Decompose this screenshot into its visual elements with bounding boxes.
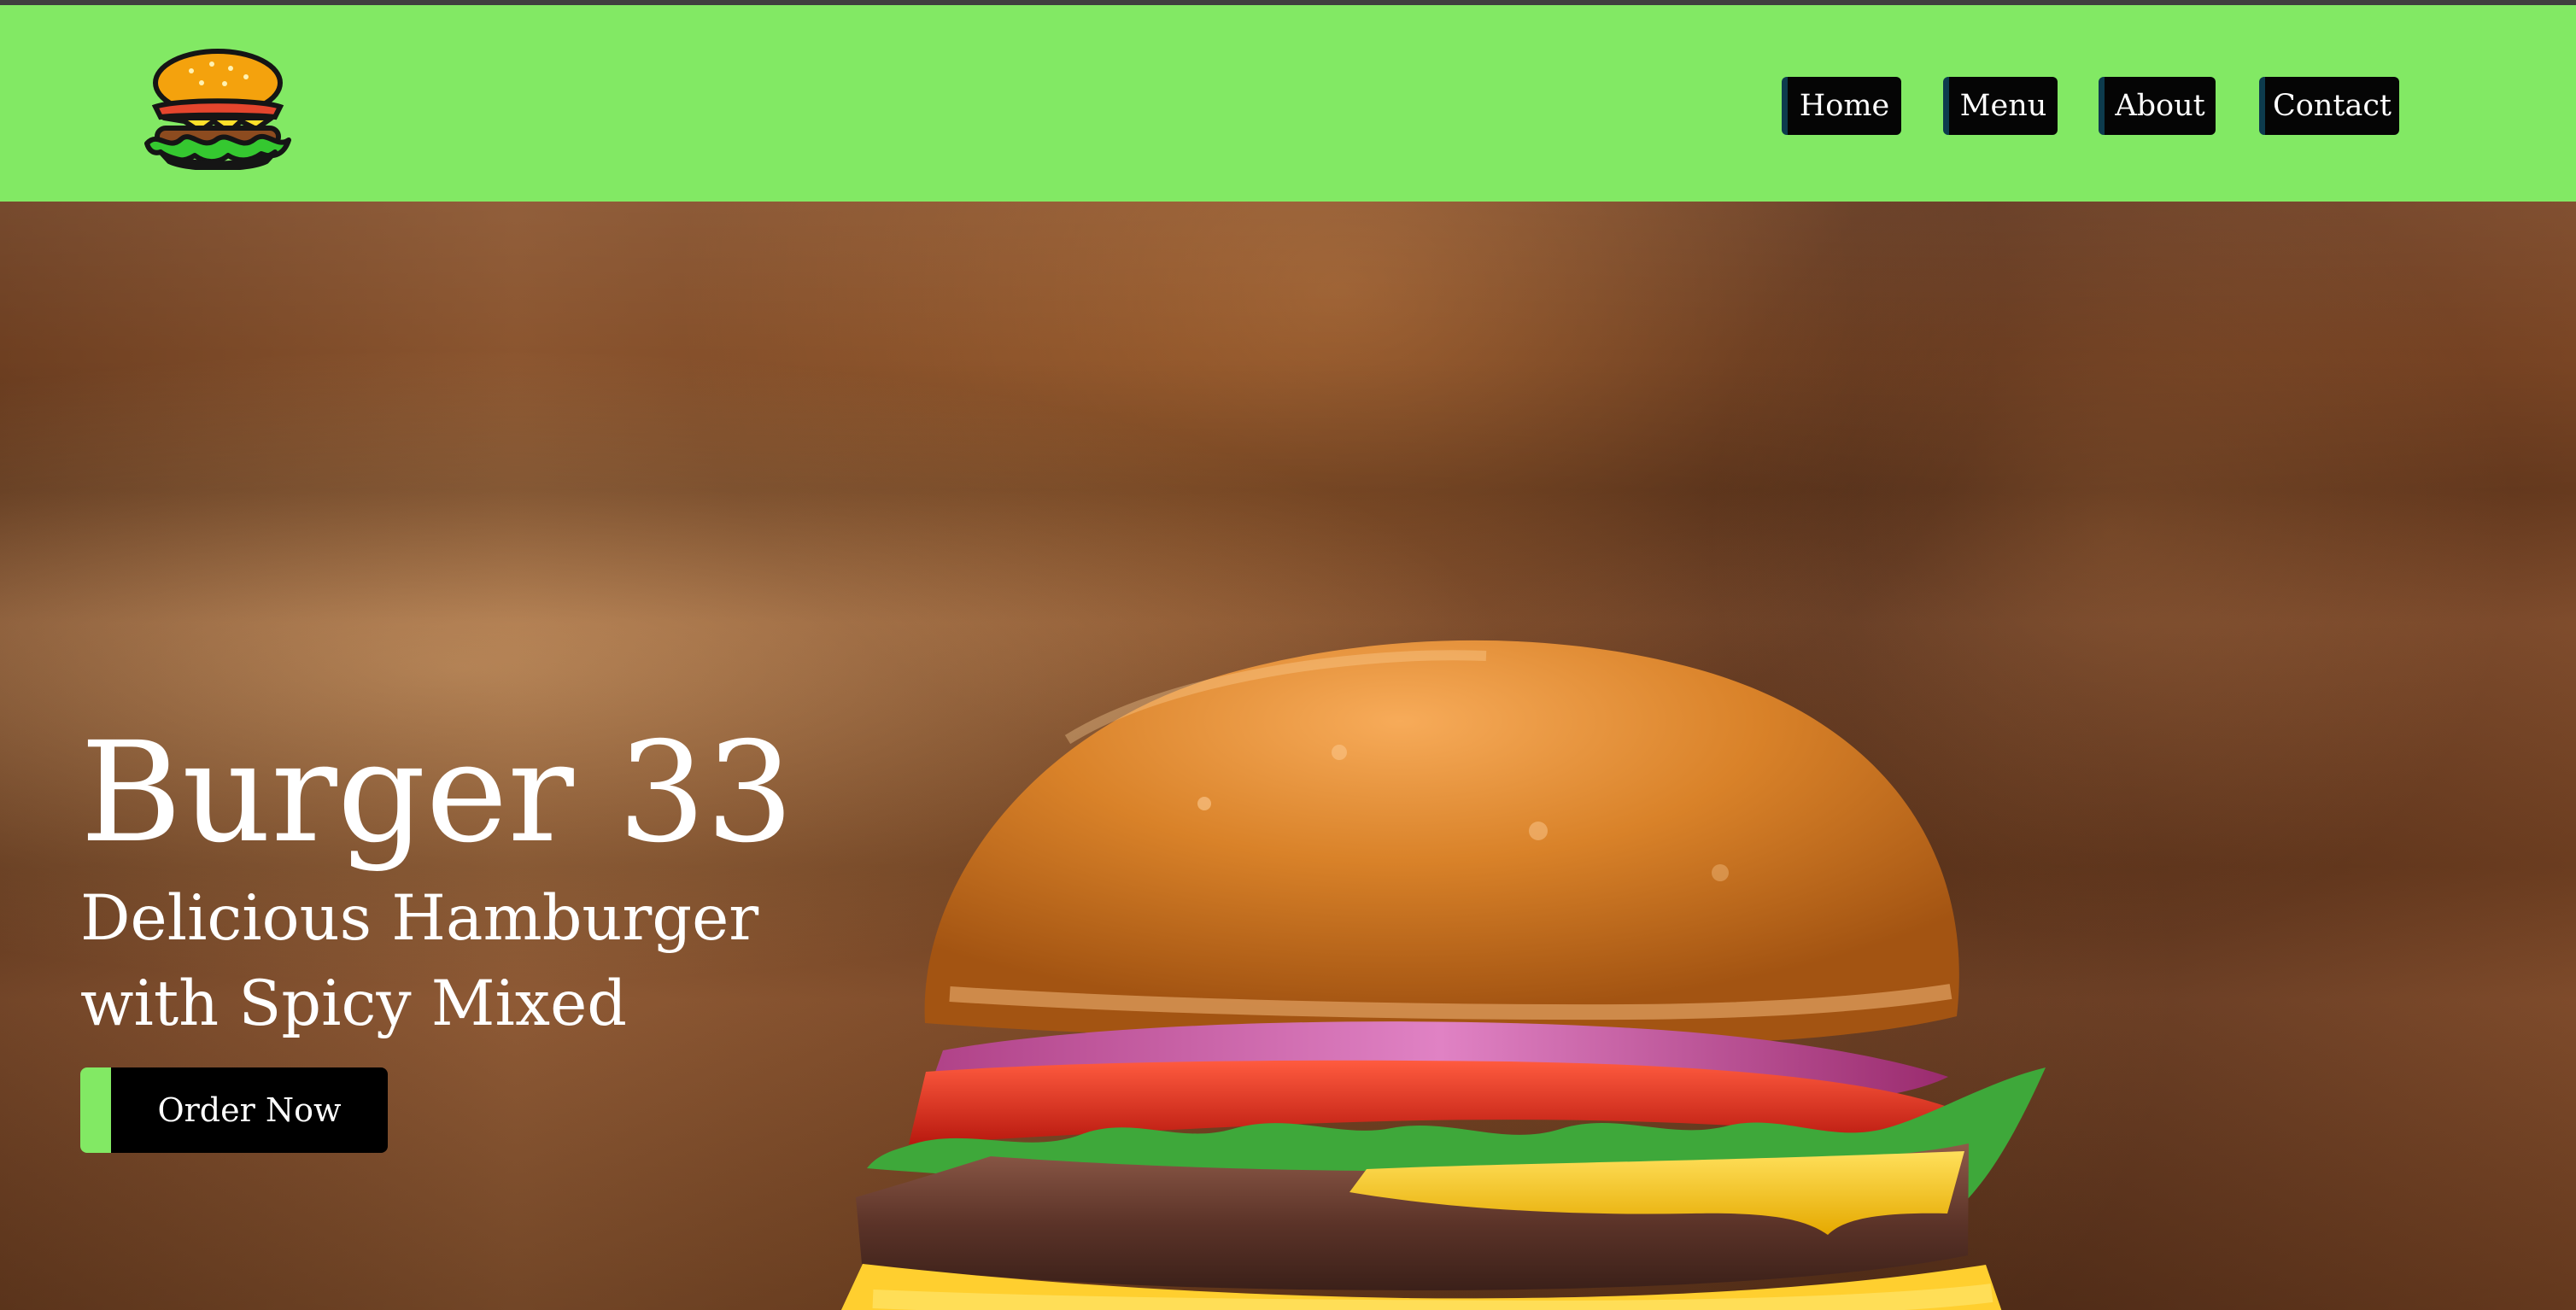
burger-logo-icon[interactable]: [137, 46, 299, 170]
nav-contact-link[interactable]: Contact: [2259, 77, 2399, 135]
order-now-button[interactable]: Order Now: [80, 1067, 388, 1153]
burger-hero-image: [840, 640, 2046, 1310]
nav-home-link[interactable]: Home: [1782, 77, 1901, 135]
page: Home Menu About Contact Burger 33 Delici…: [0, 0, 2576, 1310]
hero-subtitle: Delicious Hamburger with Spicy Mixed: [80, 882, 759, 1040]
hero-title: Burger 33: [80, 713, 794, 874]
hero-section: Burger 33 Delicious Hamburger with Spicy…: [0, 202, 2576, 1310]
site-header: Home Menu About Contact: [0, 5, 2576, 202]
nav-about-link[interactable]: About: [2099, 77, 2216, 135]
nav-menu-link[interactable]: Menu: [1943, 77, 2058, 135]
